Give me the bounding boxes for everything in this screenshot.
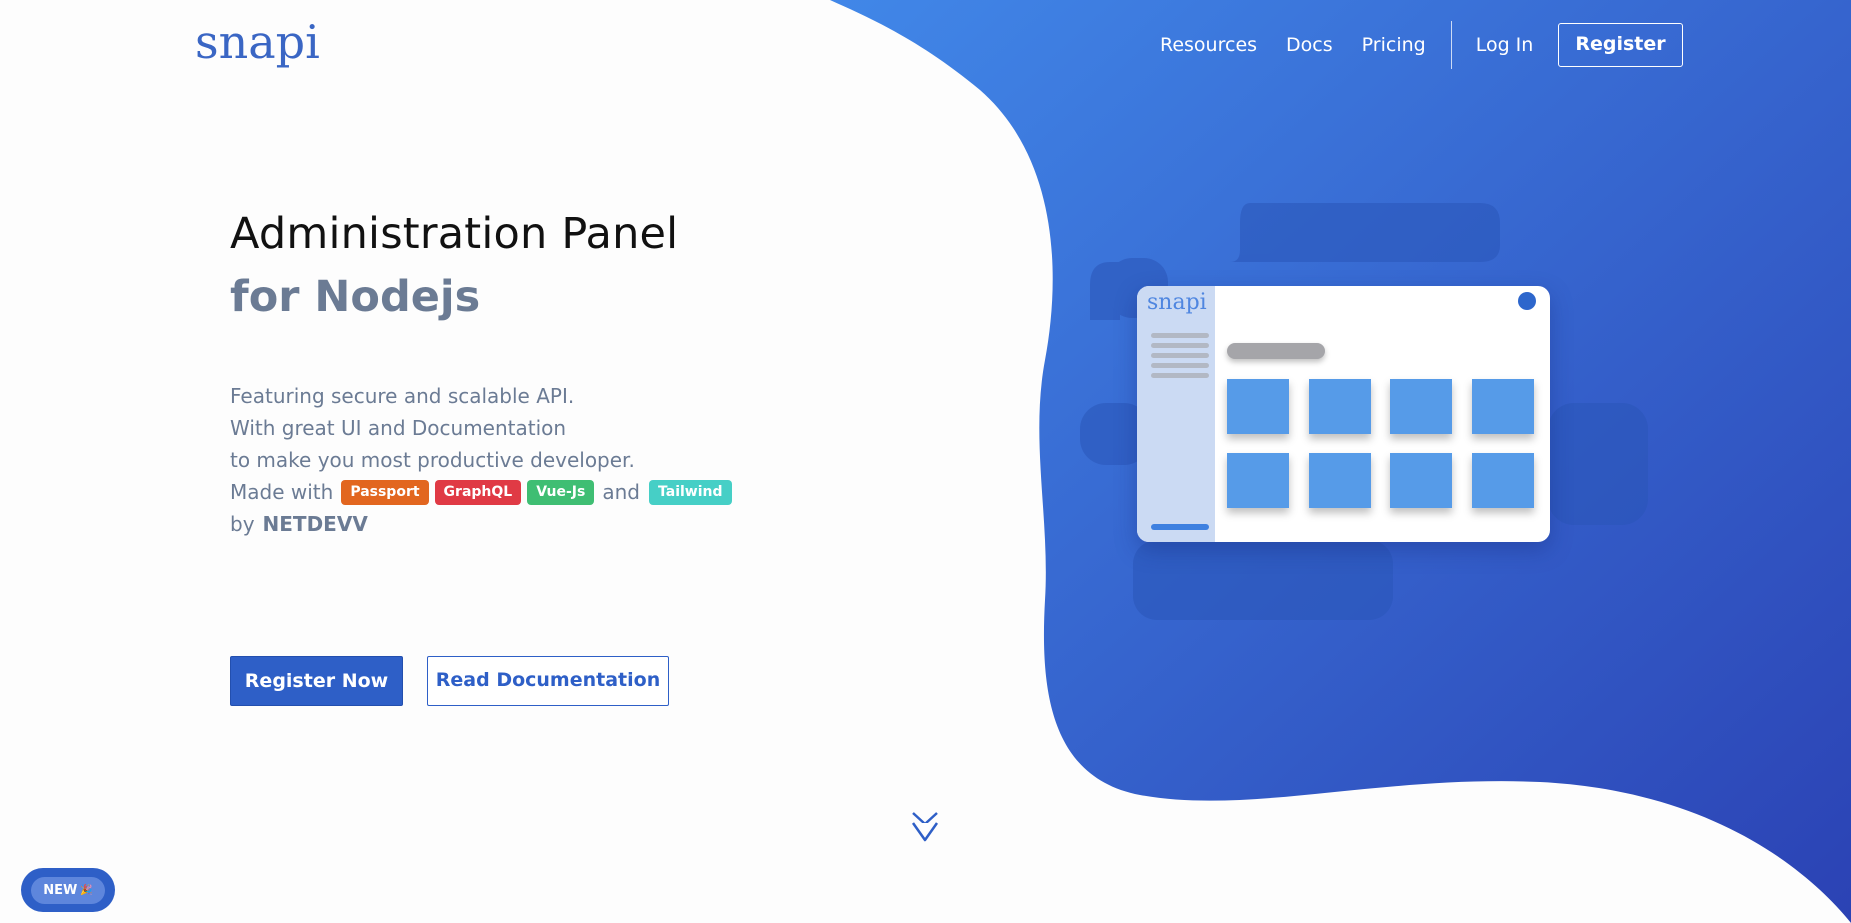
badge-vue-js: Vue-Js [527,479,595,505]
nav-link-docs[interactable]: Docs [1286,23,1333,67]
mock-tile [1472,453,1534,508]
new-label: NEW [43,882,78,898]
mock-menu-line [1151,353,1209,358]
app-preview-mockup: snapi [1137,286,1550,542]
backdrop-shape-bottom [1133,540,1393,620]
mock-menu-line [1151,343,1209,348]
mock-header-pill [1227,343,1325,359]
register-now-button[interactable]: Register Now [230,656,403,706]
mock-menu-line [1151,373,1209,378]
hero-subtitle: for Nodejs [230,272,481,322]
description-by-row: by NETDEVV [230,508,735,540]
hero-title: Administration Panel [230,209,679,259]
mock-tile [1227,453,1289,508]
badge-graphql: GraphQL [434,479,522,505]
hero-heading: Administration Panel for Nodejs [230,206,678,325]
new-announcement-pill[interactable]: NEW 🎉 [21,868,115,912]
made-with-text: Made with [230,480,334,504]
badge-tailwind: Tailwind [649,479,732,505]
author-name: NETDEVV [262,512,368,536]
by-text: by [230,512,255,536]
nav-divider [1450,21,1452,69]
mock-menu-line [1151,363,1209,368]
chevron-double-down-icon[interactable] [910,810,940,844]
site-logo[interactable]: snapi [195,12,320,72]
description-line-3: to make you most productive developer. [230,448,635,472]
new-pill-inner: NEW 🎉 [31,876,105,904]
nav-register-button[interactable]: Register [1558,23,1683,67]
description-line-2: With great UI and Documentation [230,416,567,440]
top-navigation: Resources Docs Pricing Log In Register [1160,21,1683,69]
read-documentation-button[interactable]: Read Documentation [427,656,669,706]
mock-tile [1390,453,1452,508]
mock-menu-line [1151,333,1209,338]
nav-link-resources[interactable]: Resources [1160,23,1257,67]
mock-avatar-dot [1518,292,1536,310]
mock-tile [1390,379,1452,434]
and-text: and [602,480,640,504]
mock-sidebar: snapi [1137,286,1215,542]
description-line-1: Featuring secure and scalable API. [230,384,575,408]
mock-sidebar-accent [1151,524,1209,530]
nav-login-link[interactable]: Log In [1476,23,1534,67]
party-popper-icon: 🎉 [80,884,93,896]
mock-tile [1309,453,1371,508]
badge-passport: Passport [341,479,429,505]
nav-link-pricing[interactable]: Pricing [1362,23,1426,67]
description-made-with-row: Made with Passport GraphQL Vue-Js and Ta… [230,476,735,508]
mock-tile [1309,379,1371,434]
mock-tile [1227,379,1289,434]
backdrop-shape-right [1548,403,1648,525]
mock-logo: snapi [1147,290,1207,315]
mock-tile [1472,379,1534,434]
hero-description: Featuring secure and scalable API. With … [230,380,735,540]
